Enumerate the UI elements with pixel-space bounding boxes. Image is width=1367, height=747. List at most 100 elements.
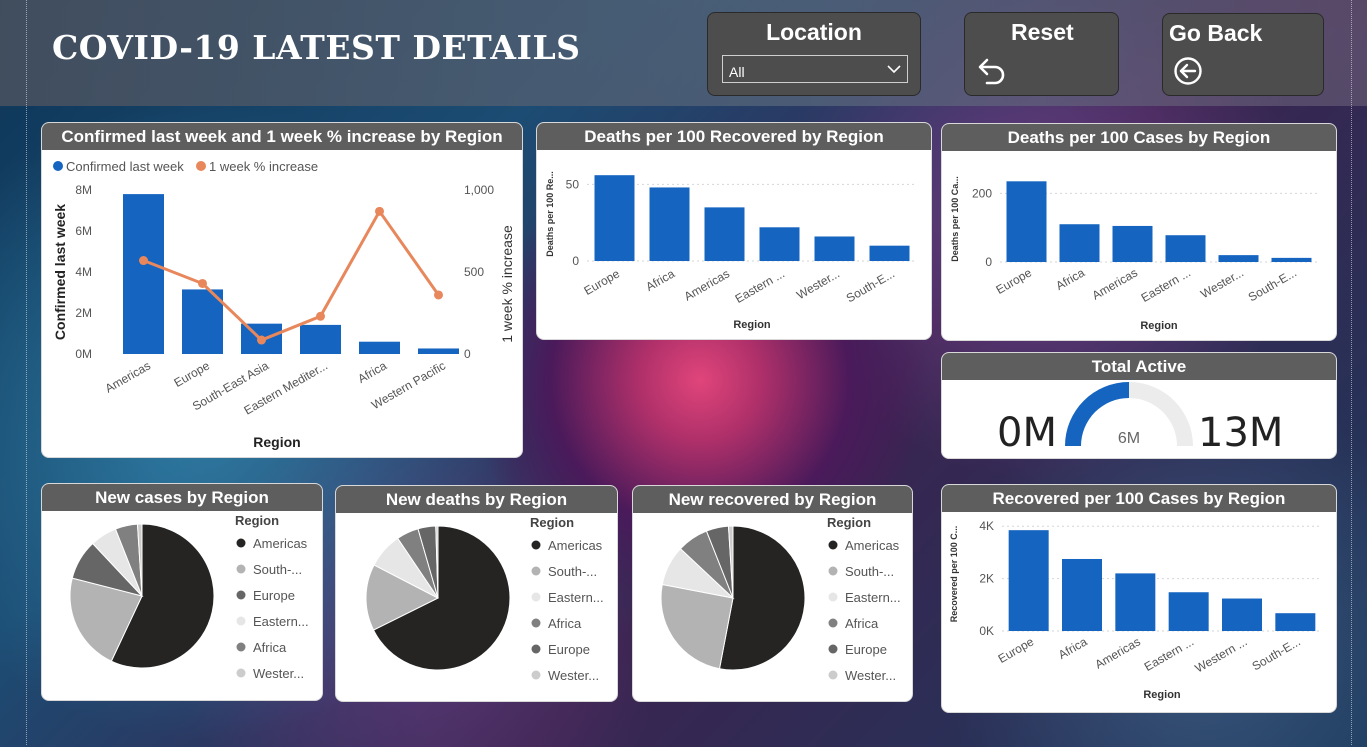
legend-title: Region (530, 515, 574, 530)
total-active-gauge[interactable]: 6M 0M 13M (942, 380, 1337, 459)
x-tick-label: Europe (581, 266, 622, 298)
go-back-button[interactable]: Go Back (1162, 13, 1324, 96)
location-dropdown[interactable]: All (722, 55, 908, 83)
x-tick-label: Americas (1093, 634, 1143, 671)
bar (759, 227, 800, 261)
bar (1059, 224, 1100, 262)
new-cases-pie[interactable]: Region Americas South-... Europe Eastern... A… (42, 511, 323, 701)
confirmed-combo-chart[interactable]: Confirmed last week 1 week % increase 0M 2M… (42, 150, 523, 458)
x-tick-label: Eastern ... (1139, 265, 1193, 304)
bar (1112, 225, 1153, 262)
recovered-per-cases-card: Recovered per 100 Cases by Region 0K 2K 4K… (941, 484, 1337, 713)
deaths-per-recovered-chart[interactable]: 0 50 Europe Africa Americas Eastern ... Wester… (537, 150, 932, 340)
bar (1008, 530, 1049, 631)
legend-title: Region (235, 513, 279, 528)
total-active-title: Total Active (942, 353, 1336, 380)
legend-label: Americas (845, 538, 900, 553)
legend-label: Africa (845, 616, 879, 631)
total-active-card: Total Active 6M 0M 13M (941, 352, 1337, 459)
y2-tick-label: 500 (464, 265, 484, 279)
bar-confirmed (418, 348, 459, 354)
x-tick-label: Americas (103, 358, 153, 395)
point-increase (139, 256, 148, 266)
point-increase (434, 290, 443, 300)
legend-marker (828, 670, 838, 680)
bar (1271, 257, 1312, 262)
bar (1062, 558, 1102, 631)
bar (1275, 613, 1316, 631)
deaths-per-cases-card: Deaths per 100 Cases by Region 0 200 Europ… (941, 123, 1337, 341)
legend-label: Eastern... (548, 590, 604, 605)
new-cases-title: New cases by Region (42, 484, 322, 511)
new-deaths-pie[interactable]: Region Americas South-... Eastern... Africa E… (336, 513, 618, 702)
reset-label: Reset (1011, 19, 1074, 45)
bar (1218, 255, 1259, 262)
y-axis-title: Confirmed last week (52, 204, 68, 340)
legend-label: South-... (548, 564, 597, 579)
recovered-per-cases-title: Recovered per 100 Cases by Region (942, 485, 1336, 512)
x-tick-label: Africa (1053, 265, 1087, 293)
circle-left-arrow-icon (1174, 57, 1202, 85)
x-tick-label: Eastern ... (733, 266, 787, 305)
x-tick-label: South-E... (1250, 634, 1303, 673)
legend-marker-increase (196, 161, 206, 171)
chevron-down-icon (887, 65, 901, 74)
new-cases-card: New cases by Region Region Americas South-… (41, 483, 323, 701)
recovered-per-cases-chart[interactable]: 0K 2K 4K Europe Africa AmericasEastern ...Wes… (942, 512, 1337, 713)
x-tick-label: Africa (1056, 634, 1090, 662)
bar (1115, 573, 1156, 631)
legend-marker (236, 642, 246, 652)
pie-slice (660, 583, 734, 670)
y-tick-label: 200 (972, 186, 992, 200)
deaths-per-recovered-title: Deaths per 100 Recovered by Region (537, 123, 931, 150)
legend-marker (531, 670, 541, 680)
y-tick-label: 0 (572, 254, 579, 268)
point-increase (257, 335, 266, 345)
y-tick-label: 8M (75, 183, 92, 197)
gauge-max-label: 13M (1198, 410, 1283, 456)
point-increase (375, 206, 384, 216)
legend-label: Europe (548, 642, 590, 657)
confirmed-combo-card: Confirmed last week and 1 week % increas… (41, 122, 523, 458)
gauge-min-label: 0M (997, 410, 1057, 456)
point-increase (316, 311, 325, 321)
legend-marker (828, 566, 838, 576)
y-tick-label: 0M (75, 347, 92, 361)
legend-marker (531, 540, 541, 550)
legend-label: Africa (548, 616, 582, 631)
gauge-target-label: 6M (1118, 430, 1140, 447)
reset-button[interactable]: Reset (964, 12, 1119, 96)
y-tick-label: 0 (985, 255, 992, 269)
bar-confirmed (359, 341, 400, 354)
deaths-per-cases-chart[interactable]: 0 200 Europe Africa AmericasEastern ... Weste… (942, 151, 1337, 341)
legend-marker (531, 618, 541, 628)
confirmed-combo-title: Confirmed last week and 1 week % increas… (42, 123, 522, 150)
legend-label-confirmed: Confirmed last week (66, 159, 184, 174)
x-tick-label: South-E... (844, 266, 897, 305)
x-tick-label: Europe (993, 265, 1034, 297)
y-tick-label: 4K (979, 519, 994, 533)
legend-marker (531, 644, 541, 654)
x-axis-title: Region (253, 434, 300, 450)
y-axis-title: Deaths per 100 Ca... (950, 176, 960, 262)
legend-marker (236, 590, 246, 600)
bar (1168, 592, 1209, 631)
deaths-per-recovered-card: Deaths per 100 Recovered by Region 0 50 Eu… (536, 122, 932, 340)
bar (594, 175, 635, 261)
location-label: Location (766, 19, 862, 45)
bar-confirmed (300, 324, 341, 354)
legend-marker (236, 564, 246, 574)
legend-label: Eastern... (253, 614, 309, 629)
undo-arrow-icon (978, 58, 1005, 85)
new-recovered-pie[interactable]: Region Americas South-... Eastern... Africa E… (633, 513, 913, 702)
legend-label: South-... (253, 562, 302, 577)
legend-label: Wester... (548, 668, 599, 683)
legend-marker (828, 644, 838, 654)
legend-marker (236, 538, 246, 548)
y-tick-label: 4M (75, 265, 92, 279)
y2-tick-label: 1,000 (464, 183, 494, 197)
page-title: COVID-19 LATEST DETAILS (52, 28, 581, 67)
go-back-label: Go Back (1169, 20, 1263, 46)
x-tick-label: Americas (1090, 265, 1140, 302)
y-axis-title: Recovered per 100 C... (949, 526, 959, 623)
